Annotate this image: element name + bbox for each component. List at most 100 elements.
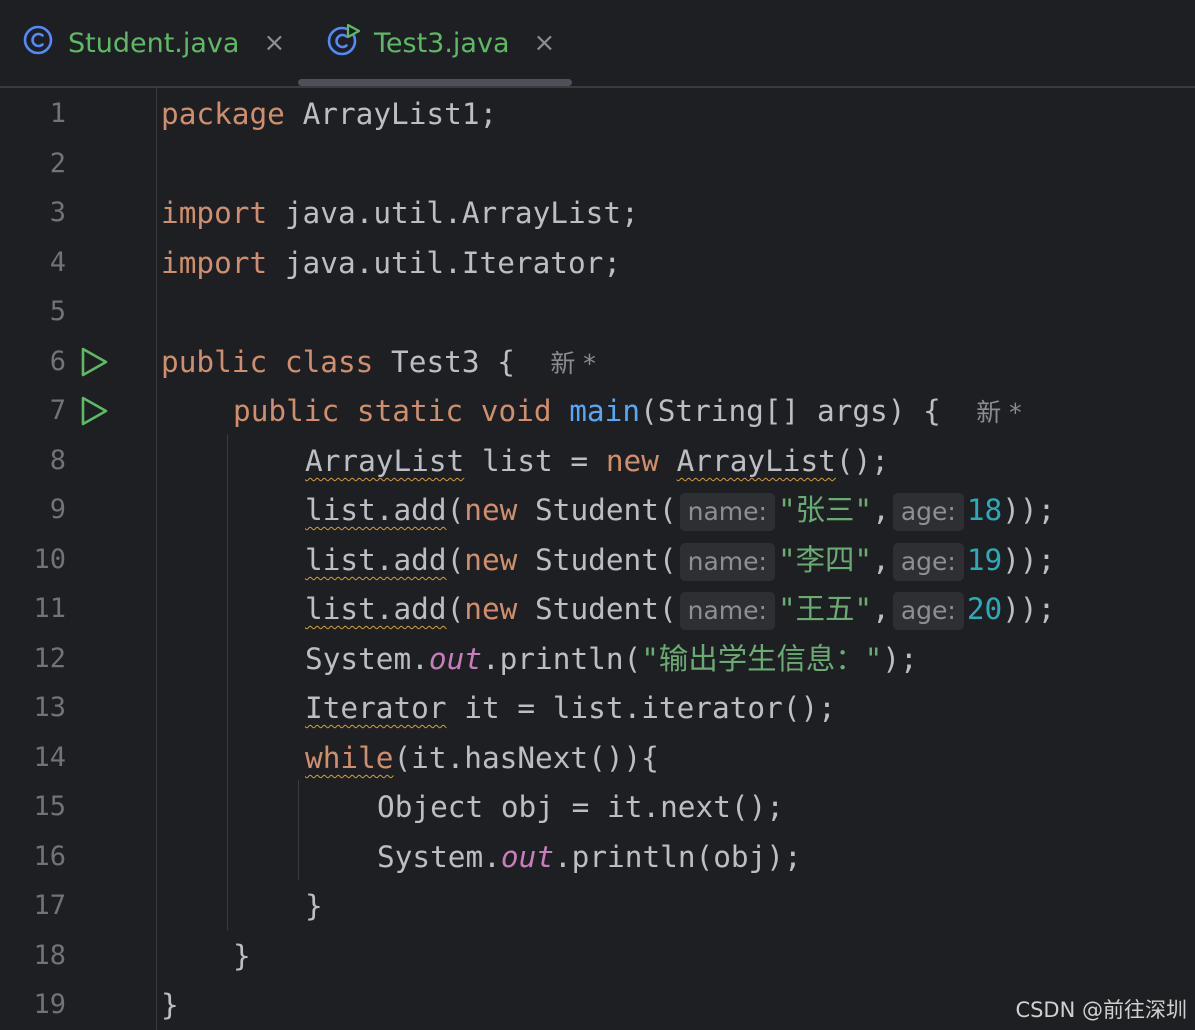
code-text: (); [835, 444, 889, 478]
line-number: 10 [33, 544, 66, 575]
static-field: out [500, 840, 554, 874]
keyword: new [464, 543, 518, 577]
code-text: } [161, 988, 179, 1022]
code-line-10: list.add(new Student(name: "李四", age: 19)); [305, 535, 1055, 585]
keyword: package [161, 97, 285, 131]
code-line-17: } [305, 881, 323, 931]
code-text: list = [464, 444, 606, 478]
tab-label: Student.java [68, 27, 240, 59]
tab-label: Test3.java [374, 27, 510, 59]
code-text: , [872, 543, 890, 577]
tab-student-java[interactable]: Student.java × [22, 0, 285, 86]
parameter-hint: age: [892, 591, 964, 630]
raw-type-warning: ArrayList [676, 444, 836, 478]
line-number: 9 [49, 494, 66, 525]
parameter-hint: name: [679, 492, 775, 531]
code-text: Student( [517, 543, 677, 577]
keyword: new [605, 444, 659, 478]
line-number: 19 [33, 989, 66, 1020]
code-text: )); [1002, 592, 1056, 626]
while-loop-warning: while [305, 741, 394, 775]
keyword: public [233, 394, 340, 428]
number-literal: 18 [966, 493, 1003, 527]
code-line-19: } [161, 980, 179, 1030]
code-line-1: package ArrayList1; [161, 89, 497, 139]
line-number: 16 [33, 841, 66, 872]
line-number: 17 [33, 890, 66, 921]
line-number: 7 [49, 395, 66, 426]
parameter-hint: name: [679, 542, 775, 581]
code-line-7: public static void main(String[] args) {… [233, 386, 1022, 436]
code-line-13: Iterator it = list.iterator(); [305, 683, 836, 733]
editor-gutter: 1 2 3 4 5 6 7 8 9 10 11 12 13 14 15 16 1… [0, 88, 155, 1030]
code-line-15: Object obj = it.next(); [377, 782, 784, 832]
code-text: .println(obj); [553, 840, 802, 874]
code-line-6: public class Test3 { 新 * [161, 337, 596, 387]
code-text: ( [446, 592, 465, 626]
line-number: 13 [33, 692, 66, 723]
code-text: java.util.Iterator; [267, 246, 622, 280]
line-number: 18 [33, 940, 66, 971]
method-name: main [569, 394, 641, 428]
line-number: 15 [33, 791, 66, 822]
code-line-3: import java.util.ArrayList; [161, 188, 639, 238]
code-text: (it.hasNext()){ [393, 741, 659, 775]
unchecked-call-warning: list.add [305, 493, 447, 527]
line-number: 4 [49, 247, 66, 278]
class-c-icon [22, 24, 54, 63]
string-literal: "张三" [777, 493, 873, 527]
code-line-4: import java.util.Iterator; [161, 238, 621, 288]
author-hint[interactable]: 新 * [550, 349, 595, 378]
code-text: System. [377, 840, 501, 874]
code-line-16: System.out.println(obj); [377, 832, 802, 882]
indent-guide [227, 434, 228, 930]
code-text: ( [446, 543, 465, 577]
line-number: 3 [49, 197, 66, 228]
raw-type-warning: ArrayList [305, 444, 465, 478]
code-line-18: } [233, 931, 251, 981]
active-tab-indicator [298, 79, 572, 86]
code-line-12: System.out.println("输出学生信息："); [305, 634, 918, 684]
unchecked-call-warning: list.add [305, 592, 447, 626]
keyword: class [284, 345, 374, 379]
run-triangle-icon[interactable] [78, 395, 110, 427]
code-text: )); [1002, 543, 1056, 577]
code-line-9: list.add(new Student(name: "张三", age: 18)); [305, 485, 1055, 535]
line-number: 12 [33, 643, 66, 674]
watermark: CSDN @前往深圳 [1015, 998, 1187, 1022]
code-text: ArrayList1; [284, 97, 498, 131]
tab-test3-java[interactable]: Test3.java × [326, 0, 555, 86]
code-text: java.util.ArrayList; [267, 196, 639, 230]
line-number: 14 [33, 742, 66, 773]
keyword: void [480, 394, 552, 428]
parameter-hint: name: [679, 591, 775, 630]
string-literal: "李四" [777, 543, 873, 577]
indent-guide [298, 780, 299, 880]
number-literal: 20 [966, 592, 1003, 626]
code-text: } [233, 939, 251, 973]
run-triangle-icon[interactable] [78, 346, 110, 378]
unchecked-call-warning: list.add [305, 543, 447, 577]
code-text: .println( [481, 642, 642, 676]
code-text: , [872, 592, 890, 626]
author-hint[interactable]: 新 * [976, 398, 1021, 427]
keyword: import [161, 246, 268, 280]
code-text: System. [305, 642, 429, 676]
code-text: )); [1002, 493, 1056, 527]
keyword: public [161, 345, 268, 379]
line-number: 6 [49, 346, 66, 377]
code-text: ); [882, 642, 918, 676]
keyword: import [161, 196, 268, 230]
raw-type-warning: Iterator [305, 691, 447, 725]
keyword: new [464, 493, 518, 527]
code-text: } [305, 889, 323, 923]
code-text: Student( [517, 592, 677, 626]
parameter-hint: age: [892, 492, 964, 531]
line-number: 1 [49, 98, 66, 129]
close-icon[interactable]: × [534, 28, 556, 58]
code-text: ( [446, 493, 465, 527]
gutter-divider [156, 88, 157, 1030]
code-text: Student( [517, 493, 677, 527]
close-icon[interactable]: × [263, 28, 285, 58]
editor-tab-bar: Student.java × Test3.java × [0, 0, 1195, 88]
